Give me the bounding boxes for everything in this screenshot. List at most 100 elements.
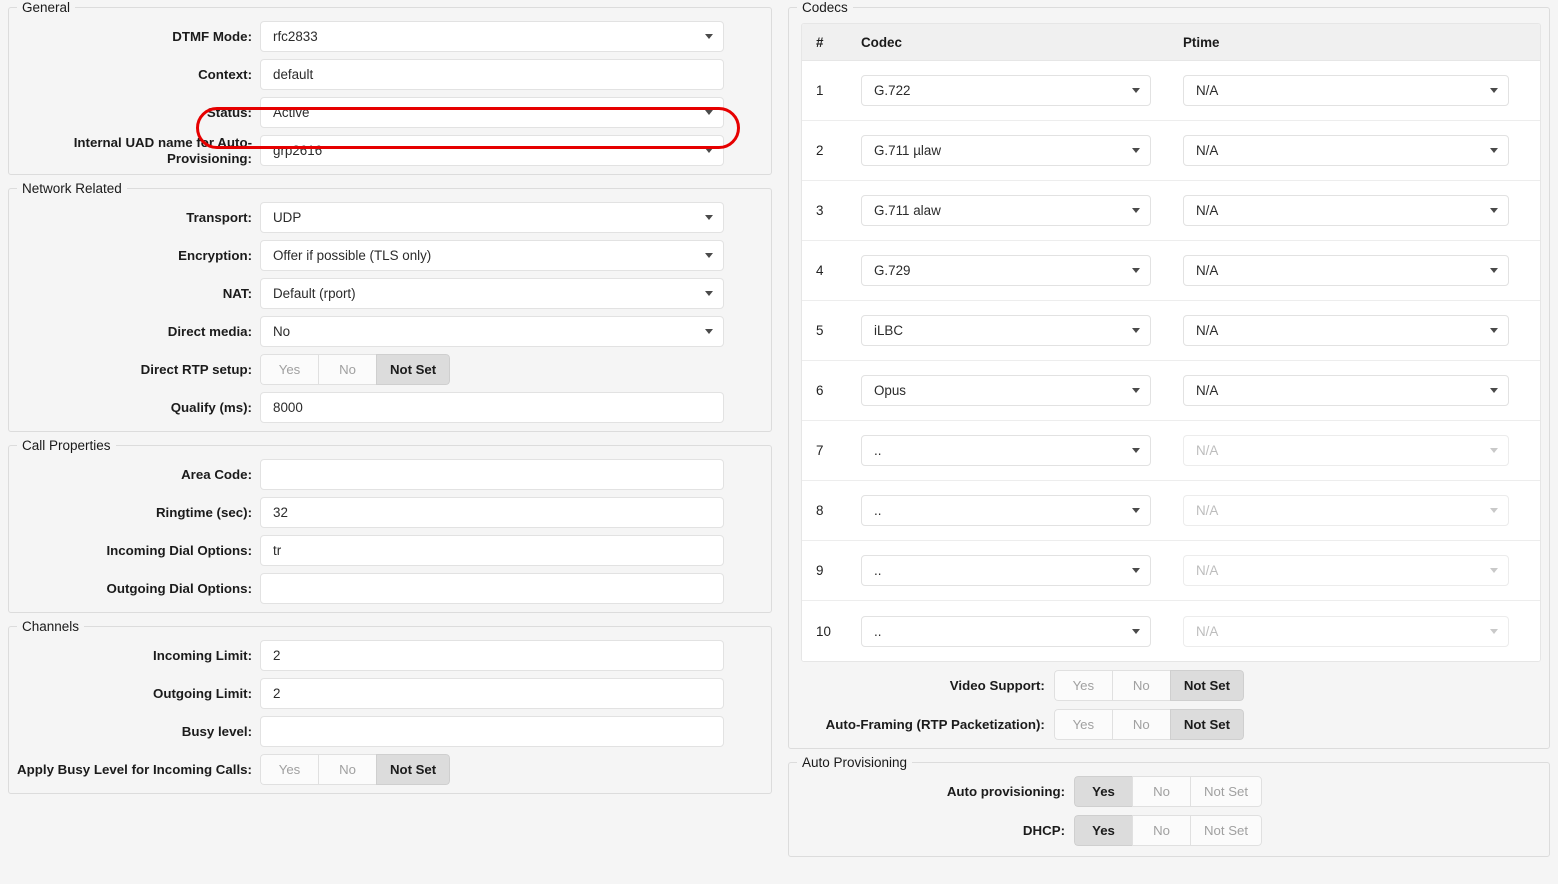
- select-ptime-4[interactable]: N/A: [1183, 255, 1509, 286]
- form-row-incoming-dial-options: Incoming Dial Options:tr: [9, 535, 771, 566]
- codec-table-row: 6OpusN/A: [802, 361, 1540, 421]
- input-ringtime-sec[interactable]: 32: [260, 497, 724, 528]
- field-value: 8000: [273, 400, 713, 415]
- select-ptime-6[interactable]: N/A: [1183, 375, 1509, 406]
- input-area-code[interactable]: [260, 459, 724, 490]
- select-codec-7[interactable]: ..: [861, 435, 1151, 466]
- select-dtmf-mode[interactable]: rfc2833: [260, 21, 724, 52]
- form-row-area-code: Area Code:: [9, 459, 771, 490]
- select-status[interactable]: Active: [260, 97, 724, 128]
- toggle-option-no[interactable]: No: [1112, 670, 1170, 701]
- network-legend: Network Related: [17, 181, 127, 196]
- chevron-down-icon: [1132, 448, 1140, 453]
- select-ptime-3[interactable]: N/A: [1183, 195, 1509, 226]
- toggle-option-yes[interactable]: Yes: [1054, 670, 1112, 701]
- select-codec-10[interactable]: ..: [861, 616, 1151, 647]
- toggle-option-not-set[interactable]: Not Set: [376, 354, 450, 385]
- select-codec-6[interactable]: Opus: [861, 375, 1151, 406]
- toggle-option-not-set[interactable]: Not Set: [1170, 670, 1244, 701]
- form-row-outgoing-dial-options: Outgoing Dial Options:: [9, 573, 771, 604]
- select-ptime-5[interactable]: N/A: [1183, 315, 1509, 346]
- field-control: YesNoNot Set: [260, 354, 724, 385]
- settings-page: General DTMF Mode:rfc2833Context:default…: [0, 0, 1558, 884]
- toggle-option-no[interactable]: No: [1132, 815, 1190, 846]
- input-outgoing-dial-options[interactable]: [260, 573, 724, 604]
- field-control: tr: [260, 535, 724, 566]
- column-header-codec: Codec: [861, 35, 1183, 50]
- chevron-down-icon: [1132, 508, 1140, 513]
- toggle-option-not-set[interactable]: Not Set: [1190, 815, 1262, 846]
- toggle-option-no[interactable]: No: [1112, 709, 1170, 740]
- select-transport[interactable]: UDP: [260, 202, 724, 233]
- codec-cell: G.729: [861, 255, 1183, 286]
- chevron-down-icon: [1490, 88, 1498, 93]
- select-codec-3[interactable]: G.711 alaw: [861, 195, 1151, 226]
- network-section: Network Related Transport:UDPEncryption:…: [8, 181, 772, 432]
- select-ptime-8: N/A: [1183, 495, 1509, 526]
- field-value: ..: [874, 563, 1126, 578]
- toggle-option-no[interactable]: No: [318, 754, 376, 785]
- select-ptime-2[interactable]: N/A: [1183, 135, 1509, 166]
- input-context[interactable]: default: [260, 59, 724, 90]
- select-codec-5[interactable]: iLBC: [861, 315, 1151, 346]
- field-value: N/A: [1196, 263, 1484, 278]
- form-row-dhcp: DHCP:YesNoNot Set: [789, 815, 1549, 846]
- field-label: Encryption:: [9, 248, 260, 264]
- input-incoming-limit[interactable]: 2: [260, 640, 724, 671]
- field-value: iLBC: [874, 323, 1126, 338]
- field-label: Transport:: [9, 210, 260, 226]
- toggle-option-not-set[interactable]: Not Set: [1190, 776, 1262, 807]
- field-label: Ringtime (sec):: [9, 505, 260, 521]
- codec-row-index: 3: [816, 203, 861, 218]
- field-value: Offer if possible (TLS only): [273, 248, 699, 263]
- toggle-option-not-set[interactable]: Not Set: [1170, 709, 1244, 740]
- chevron-down-icon: [705, 34, 713, 39]
- ptime-cell: N/A: [1183, 195, 1540, 226]
- toggle-option-yes[interactable]: Yes: [1074, 815, 1132, 846]
- general-rows: DTMF Mode:rfc2833Context:defaultStatus:A…: [9, 21, 771, 166]
- chevron-down-icon: [705, 291, 713, 296]
- input-qualify-ms[interactable]: 8000: [260, 392, 724, 423]
- field-value: N/A: [1196, 503, 1484, 518]
- tristate-toggle-dhcp: YesNoNot Set: [1074, 815, 1262, 846]
- select-internal-uad-name-for-auto-provisioning[interactable]: grp2616: [260, 135, 724, 166]
- field-value: rfc2833: [273, 29, 699, 44]
- codec-table-row: 7..N/A: [802, 421, 1540, 481]
- chevron-down-icon: [1132, 148, 1140, 153]
- codec-row-index: 1: [816, 83, 861, 98]
- toggle-option-yes[interactable]: Yes: [1074, 776, 1132, 807]
- codec-row-index: 2: [816, 143, 861, 158]
- call-properties-section: Call Properties Area Code:Ringtime (sec)…: [8, 438, 772, 613]
- select-codec-9[interactable]: ..: [861, 555, 1151, 586]
- codec-cell: G.711 µlaw: [861, 135, 1183, 166]
- select-codec-1[interactable]: G.722: [861, 75, 1151, 106]
- toggle-option-not-set[interactable]: Not Set: [376, 754, 450, 785]
- field-control: UDP: [260, 202, 724, 233]
- select-ptime-1[interactable]: N/A: [1183, 75, 1509, 106]
- chevron-down-icon: [1490, 508, 1498, 513]
- toggle-option-yes[interactable]: Yes: [260, 754, 318, 785]
- toggle-option-no[interactable]: No: [318, 354, 376, 385]
- select-codec-2[interactable]: G.711 µlaw: [861, 135, 1151, 166]
- chevron-down-icon: [1132, 328, 1140, 333]
- chevron-down-icon: [1490, 568, 1498, 573]
- input-outgoing-limit[interactable]: 2: [260, 678, 724, 709]
- input-incoming-dial-options[interactable]: tr: [260, 535, 724, 566]
- toggle-option-no[interactable]: No: [1132, 776, 1190, 807]
- codec-table-body: 1G.722N/A2G.711 µlawN/A3G.711 alawN/A4G.…: [802, 61, 1540, 661]
- field-value: N/A: [1196, 323, 1484, 338]
- tristate-toggle-apply-busy-level-for-incoming-calls: YesNoNot Set: [260, 754, 450, 785]
- select-nat[interactable]: Default (rport): [260, 278, 724, 309]
- select-encryption[interactable]: Offer if possible (TLS only): [260, 240, 724, 271]
- toggle-option-yes[interactable]: Yes: [260, 354, 318, 385]
- input-busy-level[interactable]: [260, 716, 724, 747]
- field-value: 2: [273, 648, 713, 663]
- field-label: Incoming Limit:: [9, 648, 260, 664]
- field-label: Direct media:: [9, 324, 260, 340]
- right-column: Codecs # Codec Ptime 1G.722N/A2G.711 µla…: [780, 0, 1558, 884]
- select-codec-8[interactable]: ..: [861, 495, 1151, 526]
- toggle-option-yes[interactable]: Yes: [1054, 709, 1112, 740]
- select-codec-4[interactable]: G.729: [861, 255, 1151, 286]
- field-value: N/A: [1196, 383, 1484, 398]
- select-direct-media[interactable]: No: [260, 316, 724, 347]
